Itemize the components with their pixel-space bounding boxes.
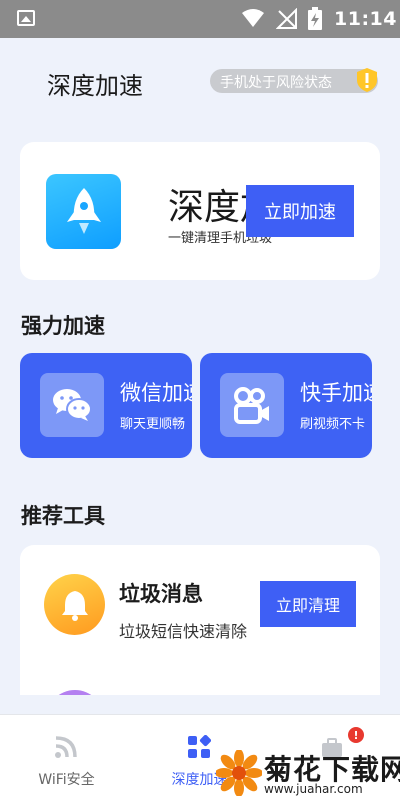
nav-item-wifi-security[interactable]: WiFi安全	[0, 715, 133, 800]
status-bar: 11:14	[0, 0, 400, 38]
risk-status-pill[interactable]: 手机处于风险状态	[210, 67, 378, 93]
site-watermark: 菊花下载网 www.juahar.com	[215, 748, 400, 800]
wifi-signal-icon	[54, 735, 78, 763]
junk-message-title: 垃圾消息	[119, 582, 203, 606]
chrysanthemum-logo-icon	[215, 749, 263, 800]
accelerate-now-button[interactable]: 立即加速	[246, 185, 354, 237]
wechat-icon	[40, 373, 104, 437]
kuaishou-icon	[220, 373, 284, 437]
nav-label-wifi-security: WiFi安全	[38, 772, 95, 788]
gallery-icon	[17, 10, 35, 26]
deep-accelerate-card: 深度加速 一键清理手机垃圾 立即加速	[20, 142, 380, 280]
kuaishou-boost-subtitle: 刷视频不卡	[300, 417, 366, 432]
grid-icon	[187, 734, 212, 763]
tools-card: 垃圾消息 垃圾短信快速清除 立即清理	[20, 545, 380, 695]
kuaishou-boost-card[interactable]: 快手加速 刷视频不卡	[200, 353, 372, 458]
page-title: 深度加速	[47, 72, 143, 100]
kuaishou-boost-title: 快手加速	[300, 381, 372, 405]
wechat-boost-title: 微信加速	[120, 381, 192, 405]
next-tool-icon	[46, 690, 104, 695]
bell-icon	[44, 574, 105, 635]
battery-charging-icon	[307, 7, 323, 35]
notification-badge: !	[348, 727, 364, 743]
section-title-strong-boost: 强力加速	[21, 314, 105, 338]
rocket-icon	[46, 174, 121, 249]
watermark-url: www.juahar.com	[264, 782, 363, 796]
no-signal-icon	[275, 7, 298, 34]
section-title-tools: 推荐工具	[21, 504, 105, 528]
warning-icon	[356, 67, 378, 93]
clock: 11:14	[334, 8, 397, 30]
wifi-icon	[241, 8, 265, 32]
risk-status-text: 手机处于风险状态	[220, 75, 332, 91]
junk-message-subtitle: 垃圾短信快速清除	[119, 622, 248, 641]
wechat-boost-card[interactable]: 微信加速 聊天更顺畅	[20, 353, 192, 458]
wechat-boost-subtitle: 聊天更顺畅	[120, 417, 186, 432]
clean-now-button[interactable]: 立即清理	[260, 581, 356, 627]
